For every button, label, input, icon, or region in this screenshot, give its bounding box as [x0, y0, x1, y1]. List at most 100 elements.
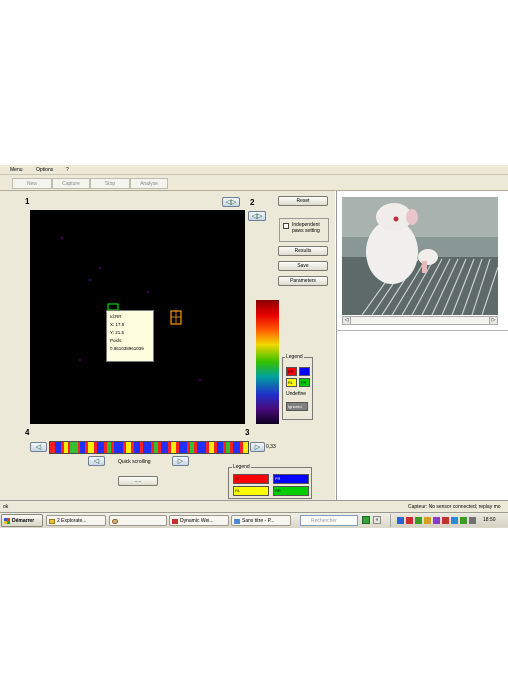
- tray-volume-icon[interactable]: [469, 517, 476, 524]
- dynamic-weight-icon: [172, 519, 178, 524]
- legend-swatch-fr-blue: [299, 367, 310, 376]
- arrow-left-icon: ◁: [93, 458, 100, 465]
- paw-legend-title: Legend: [285, 354, 304, 360]
- scroll-right-arrow-icon[interactable]: ▷: [489, 317, 497, 324]
- status-right: Capteur: No sensor connected; replay mo: [408, 504, 501, 510]
- quick-scrolling-label: Quick scrolling: [118, 459, 151, 465]
- tray-app-icon[interactable]: [433, 517, 440, 524]
- arrow-right-icon: ▷: [177, 458, 184, 465]
- tray-display-icon[interactable]: [451, 517, 458, 524]
- app-icon: [112, 519, 118, 524]
- double-arrow-icon: ◁▷: [225, 199, 237, 206]
- pressure-speck: [88, 278, 92, 282]
- timeline-canvas: [50, 442, 248, 453]
- scroll-right-button[interactable]: ▷: [172, 456, 189, 466]
- bottom-legend-title: Legend: [232, 464, 251, 470]
- legend-rr: RR: [273, 486, 309, 496]
- menu-item-menu[interactable]: Menu: [10, 166, 23, 174]
- start-label: Démarrer: [12, 518, 35, 524]
- paw-info-tooltip: Id:RR X: 17.5 Y: 21.5 Poids: 0.961038961…: [106, 310, 154, 362]
- status-bar: ok Capteur: No sensor connected; replay …: [0, 500, 508, 512]
- legend-swatch-rl: RL: [286, 378, 297, 387]
- panel-number-2: 2: [250, 198, 255, 207]
- tray-sync-icon[interactable]: [460, 517, 467, 524]
- bottom-legend: Legend FL FR RL RR: [228, 464, 312, 499]
- search-placeholder: Rechercher: [311, 518, 337, 524]
- pressure-speck: [98, 266, 102, 270]
- new-button[interactable]: New: [12, 178, 52, 189]
- windows-logo-icon: [4, 518, 10, 524]
- system-tray: 18:50: [390, 514, 508, 527]
- video-feed: [342, 197, 498, 315]
- clock: 18:50: [483, 517, 496, 523]
- parameters-button[interactable]: Parameters: [278, 276, 328, 286]
- independent-paws-label: Independent paws setting: [292, 222, 320, 234]
- capture-button[interactable]: Capture: [52, 178, 90, 189]
- legend-swatch-rr: RR: [286, 367, 297, 376]
- independent-paws-checkbox[interactable]: [283, 223, 289, 229]
- panel-number-1: 1: [25, 197, 30, 206]
- tooltip-weight-label: Poids:: [110, 338, 123, 343]
- menu-item-help[interactable]: ?: [66, 166, 69, 174]
- task-paint[interactable]: Sans titre - P...: [231, 515, 291, 526]
- task-app-1[interactable]: [109, 515, 167, 526]
- paw-legend: Legend RR RL FR Undefine Ignored: [282, 354, 313, 420]
- video-scrollbar[interactable]: ◁ ▷: [342, 316, 498, 325]
- stop-button[interactable]: Stop: [90, 178, 130, 189]
- step-timeline[interactable]: [49, 441, 249, 454]
- tray-alert-icon[interactable]: [442, 517, 449, 524]
- legend-fl: FL: [233, 474, 269, 484]
- more-button[interactable]: .....: [118, 476, 158, 486]
- prev-frame-button[interactable]: ◁▷: [222, 197, 240, 207]
- tooltip-y: Y: 21.5: [110, 330, 125, 335]
- mouse-video-image: [342, 197, 498, 315]
- paws-setting-group: Independent paws setting: [279, 218, 329, 242]
- pane-divider: [336, 330, 508, 331]
- timeline-start-button[interactable]: ◁: [30, 442, 47, 452]
- tooltip-x: X: 17.5: [110, 322, 125, 327]
- task-explorer-label: 2 Explorate...: [57, 518, 87, 524]
- pressure-speck: [198, 378, 202, 382]
- status-left: ok: [3, 504, 9, 510]
- legend-swatch-fr: FR: [299, 378, 310, 387]
- reset-button[interactable]: Reset: [278, 196, 328, 206]
- legend-undefine-label: Undefine: [286, 391, 307, 397]
- timeline-end-button[interactable]: ▷: [250, 442, 265, 452]
- timeline-value: 0,33: [266, 444, 276, 450]
- rewind-icon: ◁: [35, 444, 42, 451]
- task-paint-label: Sans titre - P...: [242, 518, 275, 524]
- pressure-speck: [78, 358, 82, 362]
- search-go-icon[interactable]: [362, 516, 370, 524]
- pressure-speck: [146, 290, 150, 294]
- tray-security-icon[interactable]: [424, 517, 431, 524]
- task-explorer[interactable]: 2 Explorate...: [46, 515, 106, 526]
- task-dynamic-weight[interactable]: Dynamic Wei...: [169, 515, 229, 526]
- legend-swatch-ignored: Ignored: [286, 402, 308, 411]
- panel-number-3: 3: [245, 428, 250, 437]
- results-button[interactable]: Results: [278, 246, 328, 256]
- panel-number-4: 4: [25, 428, 30, 437]
- legend-rl: RL: [233, 486, 269, 496]
- menu-bar: Menu Options ?: [0, 165, 508, 175]
- pressure-color-scale: [256, 300, 279, 424]
- analyse-button[interactable]: Analyse: [130, 178, 168, 189]
- forward-icon: ▷: [254, 444, 261, 451]
- scroll-left-button[interactable]: ◁: [88, 456, 105, 466]
- tooltip-id: Id:RR: [110, 314, 122, 319]
- paint-icon: [234, 519, 240, 524]
- double-arrow-icon: ◁▷: [251, 213, 263, 220]
- start-button[interactable]: Démarrer: [1, 514, 43, 527]
- tray-antivirus-icon[interactable]: [406, 517, 413, 524]
- save-button[interactable]: Save: [278, 261, 328, 271]
- chevron-left-icon[interactable]: «: [373, 516, 381, 524]
- search-input[interactable]: Rechercher: [300, 515, 358, 526]
- pressure-speck: [60, 236, 64, 240]
- task-dynamic-weight-label: Dynamic Wei...: [180, 518, 214, 524]
- folder-icon: [49, 519, 55, 524]
- next-frame-button[interactable]: ◁▷: [248, 211, 266, 221]
- tray-network-icon[interactable]: [397, 517, 404, 524]
- menu-item-options[interactable]: Options: [36, 166, 53, 174]
- scroll-left-arrow-icon[interactable]: ◁: [343, 317, 351, 324]
- legend-fr: FR: [273, 474, 309, 484]
- tray-update-icon[interactable]: [415, 517, 422, 524]
